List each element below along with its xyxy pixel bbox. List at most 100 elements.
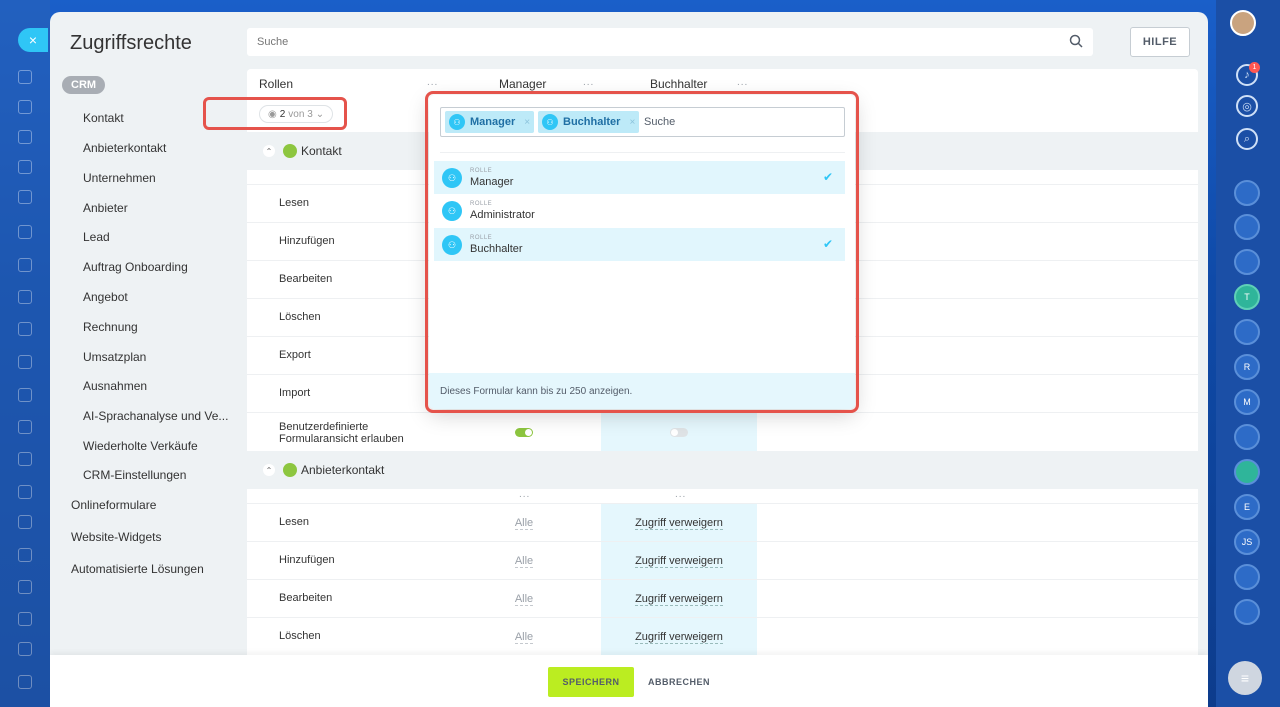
nav-item-automatisierte-loesungen[interactable]: Automatisierte Lösungen — [71, 562, 204, 576]
row-label: Löschen — [279, 630, 321, 642]
chat-avatar-e[interactable]: E — [1234, 494, 1260, 520]
nav-item-rechnung[interactable]: Rechnung — [83, 320, 233, 334]
right-rail: ♪ 1 ◎ ⌕ T R M E JS ≡ — [1216, 0, 1280, 707]
chat-avatar[interactable] — [1234, 599, 1260, 625]
roles-header: Rollen — [259, 77, 294, 91]
permission-value[interactable]: Alle — [514, 555, 534, 568]
chat-avatar[interactable] — [1234, 214, 1260, 240]
nav-item-umsatzplan[interactable]: Umsatzplan — [83, 350, 233, 364]
section-anbieterkontakt[interactable]: ⌃ Anbieterkontakt — [247, 451, 1198, 489]
chat-avatar[interactable] — [1234, 459, 1260, 485]
nav-item-anbieterkontakt[interactable]: Anbieterkontakt — [83, 141, 233, 155]
nav-item-lead[interactable]: Lead — [83, 230, 233, 244]
menu-icon[interactable] — [18, 420, 32, 434]
chat-avatar[interactable] — [1234, 424, 1260, 450]
menu-icon[interactable] — [18, 388, 32, 402]
nav-item-wiederholte-verkaeufe[interactable]: Wiederholte Verkäufe — [83, 439, 233, 453]
menu-icon[interactable] — [18, 322, 32, 336]
menu-icon[interactable] — [18, 548, 32, 562]
more-row: ... ... — [247, 489, 1198, 503]
search-field[interactable] — [247, 28, 1093, 56]
chat-avatar[interactable] — [1234, 249, 1260, 275]
column-more-icon[interactable]: ... — [583, 77, 594, 88]
toggle-switch-off[interactable] — [670, 427, 688, 437]
nav-item-website-widgets[interactable]: Website-Widgets — [71, 530, 161, 544]
chat-avatar-r[interactable]: R — [1234, 354, 1260, 380]
nav-item-crm-einstellungen[interactable]: CRM-Einstellungen — [83, 468, 233, 482]
chevron-up-icon[interactable]: ⌃ — [263, 145, 275, 157]
column-more-icon[interactable]: ... — [427, 77, 438, 88]
permission-value[interactable]: Alle — [514, 593, 534, 606]
chat-avatar-js[interactable]: JS — [1234, 529, 1260, 555]
close-slider-button[interactable]: × — [18, 28, 48, 52]
column-more-icon[interactable]: ... — [519, 489, 530, 500]
nav-crm-badge[interactable]: CRM — [62, 76, 106, 94]
left-menu-rail — [0, 0, 50, 707]
row-label: Hinzufügen — [279, 235, 335, 247]
search-icon[interactable] — [1069, 34, 1083, 48]
menu-icon[interactable] — [18, 452, 32, 466]
nav-item-auftrag-onboarding[interactable]: Auftrag Onboarding — [83, 260, 233, 274]
menu-icon[interactable] — [18, 485, 32, 499]
page-title: Zugriffsrechte — [70, 32, 192, 54]
chat-avatar-t[interactable]: T — [1234, 284, 1260, 310]
column-manager: Manager — [499, 77, 547, 91]
save-button[interactable]: SPEICHERN — [548, 667, 634, 697]
permission-value[interactable]: Zugriff verweigern — [635, 517, 723, 530]
permission-value[interactable]: Zugriff verweigern — [635, 555, 723, 568]
help-button[interactable]: HILFE — [1130, 27, 1190, 57]
menu-icon[interactable] — [18, 355, 32, 369]
menu-icon[interactable] — [18, 225, 32, 239]
menu-icon[interactable] — [18, 258, 32, 272]
table-row: Lesen Alle Zugriff verweigern — [247, 503, 1198, 542]
search-input[interactable] — [247, 28, 1093, 56]
menu-icon[interactable] — [18, 70, 32, 84]
chat-avatar[interactable] — [1234, 180, 1260, 206]
column-buchhalter: Buchhalter — [650, 77, 708, 91]
column-more-icon[interactable]: ... — [737, 77, 748, 88]
permission-value[interactable]: Alle — [514, 517, 534, 530]
menu-icon[interactable] — [18, 160, 32, 174]
notification-badge: 1 — [1249, 62, 1260, 73]
nav-item-unternehmen[interactable]: Unternehmen — [83, 171, 233, 185]
chat-avatar-m[interactable]: M — [1234, 389, 1260, 415]
chat-menu-icon[interactable]: ≡ — [1228, 661, 1262, 695]
column-more-icon[interactable]: ... — [675, 489, 686, 500]
menu-icon[interactable] — [18, 130, 32, 144]
table-row: Benutzerdefinierte Formularansicht erlau… — [247, 412, 1198, 451]
row-label: Export — [279, 349, 311, 361]
user-icon — [283, 463, 297, 477]
row-label: Benutzerdefinierte Formularansicht erlau… — [279, 421, 404, 445]
highlight-frame-filter — [203, 97, 347, 130]
menu-icon[interactable] — [18, 675, 32, 689]
menu-icon[interactable] — [18, 580, 32, 594]
permission-value[interactable]: Zugriff verweigern — [635, 631, 723, 644]
nav-item-ai-sprachanalyse[interactable]: AI-Sprachanalyse und Ve... — [83, 409, 233, 423]
chat-avatar[interactable] — [1234, 564, 1260, 590]
search-chat-icon[interactable]: ⌕ — [1236, 128, 1258, 150]
table-row: Hinzufügen Alle Zugriff verweigern — [247, 541, 1198, 580]
bell-icon[interactable]: ♪ 1 — [1236, 62, 1260, 86]
toggle-switch-on[interactable] — [515, 427, 533, 437]
chat-avatar[interactable] — [1234, 319, 1260, 345]
menu-icon[interactable] — [18, 190, 32, 204]
cancel-button[interactable]: ABBRECHEN — [648, 667, 710, 697]
section-title: Anbieterkontakt — [301, 463, 385, 477]
nav-item-anbieter[interactable]: Anbieter — [83, 201, 233, 215]
permission-value[interactable]: Alle — [514, 631, 534, 644]
user-avatar[interactable] — [1230, 10, 1256, 36]
chevron-up-icon[interactable]: ⌃ — [263, 464, 275, 476]
menu-icon[interactable] — [18, 100, 32, 114]
menu-icon[interactable] — [18, 290, 32, 304]
pulse-icon[interactable]: ◎ — [1236, 95, 1258, 117]
nav-item-onlineformulare[interactable]: Onlineformulare — [71, 498, 156, 512]
nav-item-ausnahmen[interactable]: Ausnahmen — [83, 379, 233, 393]
highlight-frame-popup — [425, 91, 859, 413]
row-label: Import — [279, 387, 311, 399]
permission-value[interactable]: Zugriff verweigern — [635, 593, 723, 606]
table-row: Bearbeiten Alle Zugriff verweigern — [247, 579, 1198, 618]
menu-icon[interactable] — [18, 612, 32, 626]
menu-icon[interactable] — [18, 515, 32, 529]
menu-icon[interactable] — [18, 642, 32, 656]
nav-item-angebot[interactable]: Angebot — [83, 290, 233, 304]
